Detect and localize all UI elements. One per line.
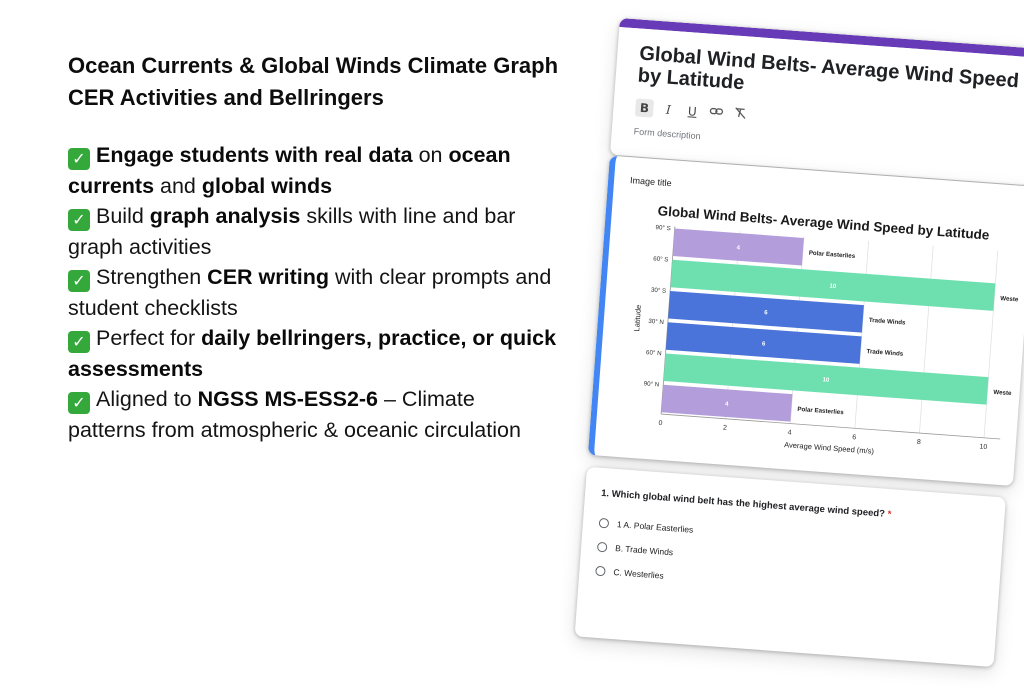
feature-text: Perfect for (96, 326, 202, 350)
x-axis-label: Average Wind Speed (m/s) (784, 440, 875, 456)
feature-list: ✓ Engage students with real data on ocean… (68, 140, 558, 445)
feature-item: ✓ Perfect for daily bellringers, practice… (68, 323, 558, 384)
form-description-field[interactable]: Form description (633, 126, 701, 141)
form-preview: Global Wind Belts- Average Wind Speed by… (573, 18, 1024, 689)
bar-name-label: Trade Winds (866, 348, 904, 358)
clear-format-glyph (735, 107, 746, 119)
feature-item: ✓ Strengthen CER writing with clear promp… (68, 262, 558, 323)
x-tick-label: 4 (787, 429, 792, 436)
feature-item: ✓ Aligned to NGSS MS-ESS2-6 – Climate pat… (68, 384, 558, 445)
feature-highlight: graph analysis (149, 204, 301, 228)
y-tick-label: 30° N (648, 318, 664, 326)
radio-button[interactable] (598, 517, 610, 529)
promo-panel: Ocean Currents & Global Winds Climate Gr… (68, 50, 558, 445)
question-card[interactable]: 1. Which global wind belt has the highes… (574, 466, 1006, 668)
feature-highlight: CER writing (207, 265, 330, 289)
feature-item: ✓ Build graph analysis skills with line a… (68, 201, 558, 262)
bar-name-label: Trade Winds (869, 317, 907, 327)
underline-button[interactable]: U (683, 102, 702, 121)
y-tick-label: 90° S (655, 224, 671, 232)
bar-value-label: 10 (829, 284, 837, 291)
option-polar-easterlies[interactable]: 1 A. Polar Easterlies (598, 517, 694, 535)
y-tick-label: 30° S (651, 287, 667, 295)
bold-button[interactable]: B (634, 98, 655, 118)
feature-text: Build (96, 204, 150, 228)
clear-format-icon[interactable] (731, 105, 750, 124)
option-westerlies[interactable]: C. Westerlies (595, 565, 665, 581)
italic-button[interactable]: I (659, 100, 678, 119)
y-axis-label: Latitude (632, 304, 643, 331)
x-tick-label: 2 (723, 425, 728, 432)
grid-line (983, 250, 999, 438)
link-icon[interactable] (707, 104, 726, 123)
link-icon-glyph (709, 107, 724, 115)
feature-text: on (412, 143, 449, 167)
check-mark-icon: ✓ (68, 331, 90, 353)
check-mark-icon: ✓ (68, 148, 90, 170)
chart-image: Global Wind Belts- Average Wind Speed by… (606, 193, 1024, 482)
option-label: 1 A. Polar Easterlies (616, 519, 694, 535)
check-mark-icon: ✓ (68, 392, 90, 414)
bar-name-label: Westerlies (993, 389, 1024, 398)
grid-line (854, 240, 870, 429)
y-tick-label: 90° N (643, 380, 659, 388)
y-tick-label: 60° S (653, 255, 669, 263)
y-tick-label: 60° N (646, 349, 662, 357)
check-mark-icon: ✓ (68, 270, 90, 292)
radio-button[interactable] (596, 541, 608, 553)
bar-name-label: Polar Easterlies (809, 250, 856, 260)
check-mark-icon: ✓ (68, 209, 90, 231)
option-label: C. Westerlies (613, 567, 665, 581)
x-tick-label: 8 (917, 439, 922, 446)
image-item-card[interactable]: Image title Global Wind Belts- Average W… (587, 155, 1024, 487)
required-mark: * (887, 508, 892, 521)
feature-highlight: global winds (201, 173, 333, 198)
radio-button[interactable] (595, 565, 606, 577)
format-toolbar: B I U (634, 98, 750, 124)
x-tick-label: 6 (852, 434, 857, 441)
feature-item: ✓ Engage students with real data on ocean… (68, 140, 558, 201)
x-axis-line (661, 413, 1001, 440)
feature-highlight: NGSS MS-ESS2-6 (197, 387, 379, 411)
question-title: 1. Which global wind belt has the highes… (601, 488, 892, 520)
x-tick-label: 0 (658, 420, 663, 427)
option-label: B. Trade Winds (614, 543, 674, 558)
grid-line (919, 245, 934, 434)
promo-title: Ocean Currents & Global Winds Climate Gr… (68, 53, 559, 110)
question-text: 1. Which global wind belt has the highes… (600, 487, 886, 520)
x-tick-label: 10 (979, 443, 987, 451)
feature-highlight: Engage students with real data (96, 143, 413, 167)
option-trade-winds[interactable]: B. Trade Winds (596, 541, 674, 558)
feature-text: Strengthen (96, 265, 208, 289)
feature-text: and (154, 173, 202, 198)
bar-name-label: Westerlies (1000, 295, 1024, 304)
feature-text: Aligned to (96, 387, 198, 411)
bar-value-label: 10 (822, 377, 830, 384)
image-title-field[interactable]: Image title (630, 175, 672, 188)
bar-name-label: Polar Easterlies (797, 406, 844, 416)
